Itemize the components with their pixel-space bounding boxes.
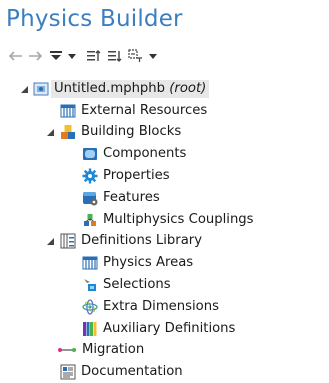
tree-node-multiphysics-couplings[interactable]: Multiphysics Couplings: [0, 209, 329, 231]
undo-arrow-icon[interactable]: [7, 50, 23, 62]
external-resources-icon: [60, 103, 76, 119]
tree-label: Features: [103, 189, 160, 205]
tree-node-selections[interactable]: Selections: [0, 274, 329, 296]
show-hide-icon[interactable]: [49, 50, 63, 62]
tree-label: Multiphysics Couplings: [103, 211, 254, 227]
components-icon: [82, 146, 98, 162]
tree-node-extra-dimensions[interactable]: Extra Dimensions: [0, 296, 329, 318]
tree-label: Properties: [103, 168, 170, 184]
migration-icon: [57, 342, 77, 358]
multiphysics-couplings-icon: [82, 212, 98, 228]
tree-label: Selections: [103, 277, 171, 293]
tree-node-components[interactable]: Components: [0, 143, 329, 165]
expand-collapse-icon[interactable]: [128, 49, 144, 63]
tree-label: Building Blocks: [81, 124, 182, 140]
expand-triangle-icon[interactable]: [19, 84, 29, 94]
tree-node-definitions-library[interactable]: Definitions Library: [0, 231, 329, 253]
expand-triangle-icon[interactable]: [45, 128, 55, 138]
selections-icon: [82, 277, 98, 293]
tree-node-migration[interactable]: Migration: [0, 340, 329, 362]
chevron-down-icon[interactable]: [68, 53, 76, 59]
root-suffix: (root): [169, 80, 207, 96]
extra-dimensions-icon: [82, 299, 98, 315]
tree-node-documentation[interactable]: Documentation: [0, 361, 329, 383]
tree-label: Documentation: [81, 364, 183, 380]
sort-descending-icon[interactable]: [107, 49, 123, 63]
auxiliary-definitions-icon: [82, 321, 98, 337]
features-icon: [82, 190, 98, 206]
gear-icon: [82, 168, 98, 184]
tree-node-features[interactable]: Features: [0, 187, 329, 209]
root-label: Untitled.mphphb: [54, 80, 166, 96]
building-blocks-icon: [60, 124, 76, 140]
tree-node-building-blocks[interactable]: Building Blocks: [0, 122, 329, 144]
definitions-library-icon: [60, 233, 76, 249]
tree-node-properties[interactable]: Properties: [0, 165, 329, 187]
tree-node-external-resources[interactable]: External Resources: [0, 100, 329, 122]
tree-label: Migration: [82, 342, 145, 358]
tree-label: External Resources: [81, 102, 208, 118]
chevron-down-icon[interactable]: [149, 53, 157, 59]
tree-node-root[interactable]: Untitled.mphphb (root): [0, 78, 329, 100]
tree-label: Physics Areas: [103, 255, 194, 271]
tree-label: Components: [103, 146, 187, 162]
tree-node-physics-areas[interactable]: Physics Areas: [0, 252, 329, 274]
redo-arrow-icon[interactable]: [28, 50, 44, 62]
documentation-icon: [60, 364, 76, 380]
tree-node-auxiliary-definitions[interactable]: Auxiliary Definitions: [0, 318, 329, 340]
toolbar: [7, 47, 162, 65]
tree-label: Extra Dimensions: [103, 298, 219, 314]
sort-ascending-icon[interactable]: [86, 49, 102, 63]
root-model-icon: [33, 81, 49, 97]
physics-areas-icon: [82, 255, 98, 271]
model-tree: Untitled.mphphb (root) External Resource…: [0, 78, 329, 383]
panel-title: Physics Builder: [6, 6, 183, 32]
tree-label: Definitions Library: [81, 233, 203, 249]
expand-triangle-icon[interactable]: [45, 237, 55, 247]
tree-label: Auxiliary Definitions: [103, 320, 236, 336]
